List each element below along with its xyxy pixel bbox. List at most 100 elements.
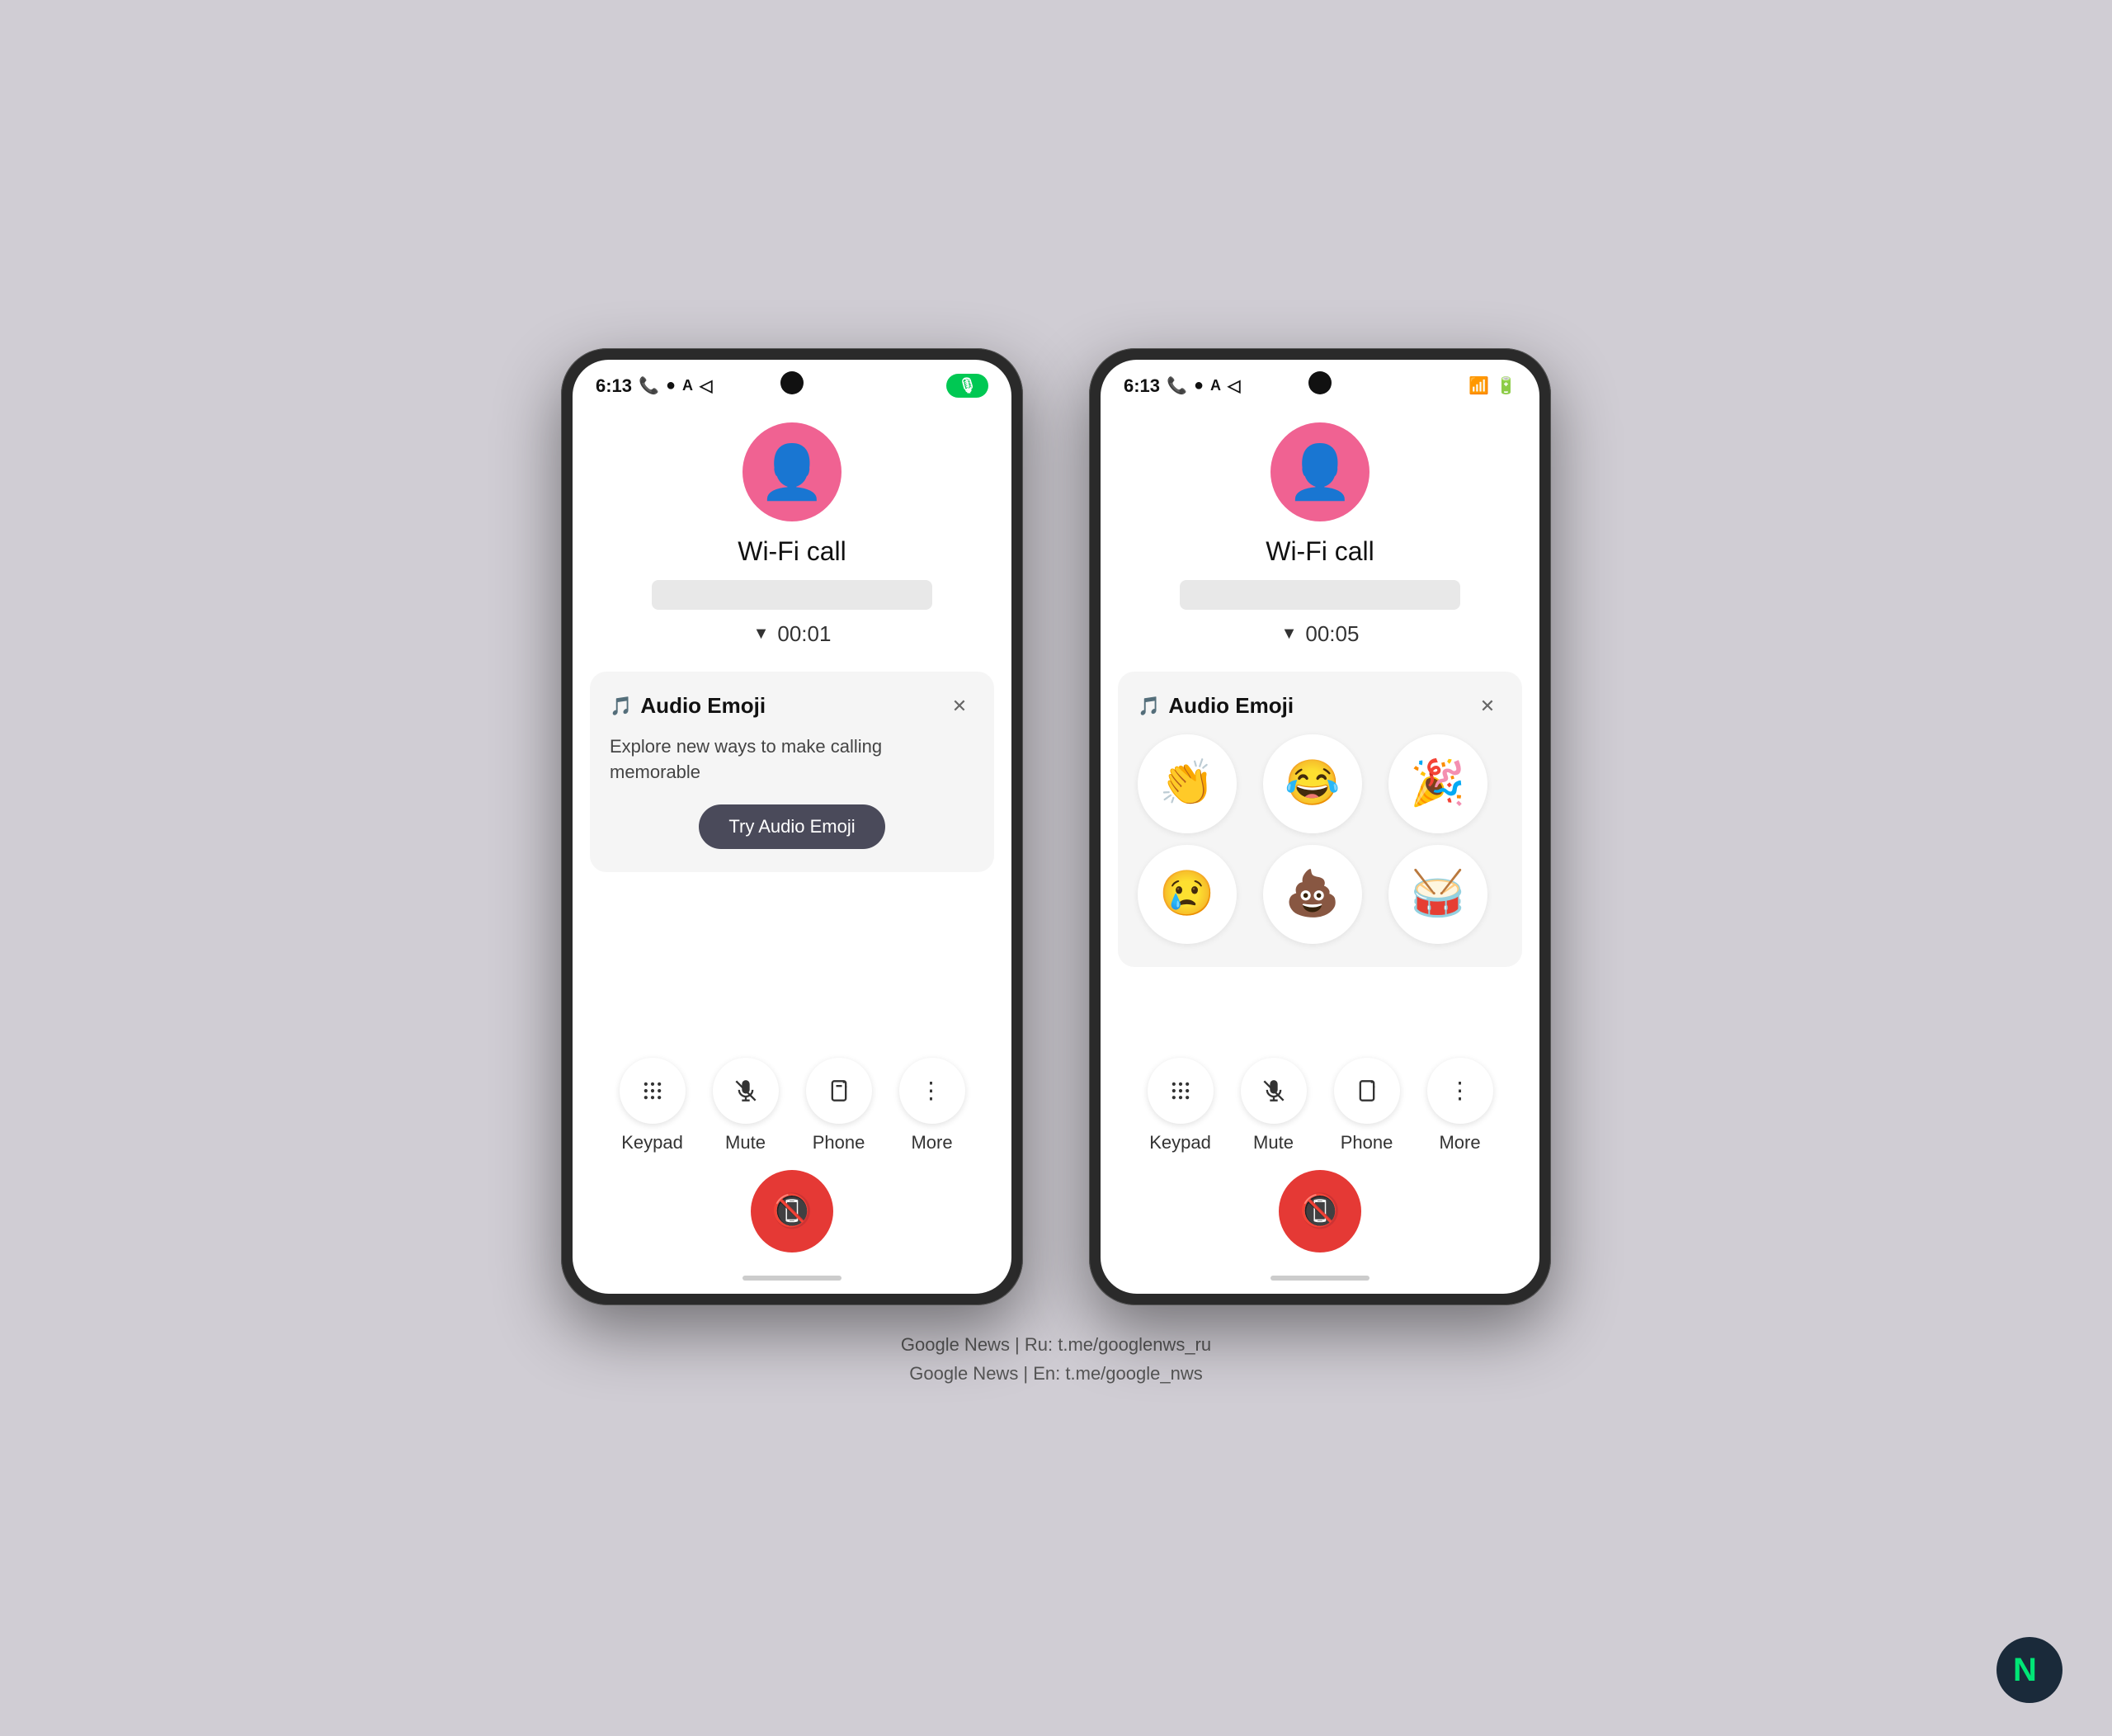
emoji-btn-party[interactable]: 🎉 bbox=[1388, 734, 1487, 833]
status-right-left: 🎙 bbox=[946, 374, 988, 398]
more-btn-right[interactable]: ⋮ bbox=[1427, 1058, 1493, 1124]
battery-right: 🔋 bbox=[1496, 375, 1516, 396]
end-call-row-left: 📵 bbox=[573, 1162, 1011, 1269]
phone-btn-left[interactable] bbox=[806, 1058, 872, 1124]
end-call-icon-right: 📵 bbox=[1299, 1191, 1341, 1230]
wifi-dot-right: ● bbox=[1194, 376, 1204, 395]
call-controls-left: Keypad Mute Phone bbox=[573, 1041, 1011, 1162]
mute-label-left: Mute bbox=[725, 1132, 766, 1153]
call-content-right: 👤 Wi-Fi call ▼ 00:05 🎵 Audio Emoji bbox=[1101, 406, 1539, 1041]
phone-icon-right: 📞 bbox=[1167, 375, 1187, 396]
time-right: 6:13 bbox=[1124, 375, 1160, 397]
status-bar-right: 6:13 📞 ● A ◁ 📶 🔋 bbox=[1101, 360, 1539, 406]
mute-control-left: Mute bbox=[713, 1058, 779, 1153]
avatar-person-icon-right: 👤 bbox=[1287, 446, 1353, 498]
panel-title-right: Audio Emoji bbox=[1168, 693, 1294, 719]
call-content-left: 👤 Wi-Fi call ▼ 00:01 🎵 Audio Emoji bbox=[573, 406, 1011, 1041]
camera-notch-left bbox=[780, 371, 804, 394]
a-text-left: A bbox=[682, 377, 693, 394]
status-bar-left: 6:13 📞 ● A ◁ 🎙 bbox=[573, 360, 1011, 406]
status-time-left: 6:13 📞 ● A ◁ bbox=[596, 375, 712, 397]
mic-icon: 🎙 bbox=[958, 377, 977, 394]
call-timer-right: ▼ 00:05 bbox=[1281, 621, 1360, 647]
caller-name-right: Wi-Fi call bbox=[1266, 536, 1374, 567]
phone-left: 6:13 📞 ● A ◁ 🎙 bbox=[561, 348, 1023, 1305]
logo-circle: N bbox=[1996, 1637, 2062, 1703]
wifi-dot-left: ● bbox=[666, 376, 676, 395]
phones-row: 6:13 📞 ● A ◁ 🎙 bbox=[561, 348, 1551, 1305]
home-indicator-right bbox=[1270, 1276, 1370, 1281]
emoji-grid-right: 👏 😂 🎉 😢 💩 🥁 bbox=[1138, 734, 1502, 944]
keypad-btn-left[interactable] bbox=[620, 1058, 686, 1124]
try-audio-emoji-btn[interactable]: Try Audio Emoji bbox=[699, 804, 884, 849]
music-icon-left: 🎵 bbox=[610, 696, 632, 717]
footer-text: Google News | Ru: t.me/googlenws_ru Goog… bbox=[901, 1330, 1211, 1388]
end-call-btn-right[interactable]: 📵 bbox=[1279, 1170, 1361, 1252]
more-dots-icon-left: ⋮ bbox=[920, 1077, 945, 1104]
mute-label-right: Mute bbox=[1253, 1132, 1294, 1153]
panel-title-row-right: 🎵 Audio Emoji bbox=[1138, 693, 1294, 719]
footer-line2: Google News | En: t.me/google_nws bbox=[901, 1359, 1211, 1388]
call-timer-left: ▼ 00:01 bbox=[753, 621, 832, 647]
phone-number-bar-left bbox=[652, 580, 932, 610]
more-label-right: More bbox=[1439, 1132, 1480, 1153]
emoji-btn-laugh[interactable]: 😂 bbox=[1263, 734, 1362, 833]
phone-control-left: Phone bbox=[806, 1058, 872, 1153]
footer-line1: Google News | Ru: t.me/googlenws_ru bbox=[901, 1330, 1211, 1359]
phone-control-right: Phone bbox=[1334, 1058, 1400, 1153]
avatar-left: 👤 bbox=[742, 422, 842, 521]
status-time-right: 6:13 📞 ● A ◁ bbox=[1124, 375, 1240, 397]
keypad-control-left: Keypad bbox=[620, 1058, 686, 1153]
keypad-label-right: Keypad bbox=[1149, 1132, 1211, 1153]
keypad-btn-right[interactable] bbox=[1148, 1058, 1214, 1124]
end-call-row-right: 📵 bbox=[1101, 1162, 1539, 1269]
more-dots-icon-right: ⋮ bbox=[1449, 1077, 1472, 1104]
timer-value-left: 00:01 bbox=[777, 621, 831, 647]
panel-close-right[interactable]: ✕ bbox=[1473, 691, 1502, 721]
call-controls-right: Keypad Mute Phone bbox=[1101, 1041, 1539, 1162]
phone-btn-right[interactable] bbox=[1334, 1058, 1400, 1124]
panel-header-right: 🎵 Audio Emoji ✕ bbox=[1138, 691, 1502, 721]
timer-value-right: 00:05 bbox=[1305, 621, 1359, 647]
phone-label-right: Phone bbox=[1341, 1132, 1393, 1153]
panel-close-left[interactable]: ✕ bbox=[945, 691, 974, 721]
audio-emoji-panel-right: 🎵 Audio Emoji ✕ 👏 😂 🎉 😢 💩 🥁 bbox=[1118, 672, 1522, 967]
avatar-person-icon-left: 👤 bbox=[759, 446, 825, 498]
keypad-label-left: Keypad bbox=[621, 1132, 683, 1153]
more-control-left: ⋮ More bbox=[899, 1058, 965, 1153]
more-btn-left[interactable]: ⋮ bbox=[899, 1058, 965, 1124]
brand-logo: N bbox=[1996, 1637, 2062, 1703]
phone-right-outer: 6:13 📞 ● A ◁ 📶 🔋 👤 bbox=[1089, 348, 1551, 1305]
home-indicator-left bbox=[742, 1276, 842, 1281]
time-left: 6:13 bbox=[596, 375, 632, 397]
emoji-btn-drum[interactable]: 🥁 bbox=[1388, 845, 1487, 944]
keypad-control-right: Keypad bbox=[1148, 1058, 1214, 1153]
music-icon-right: 🎵 bbox=[1138, 696, 1160, 717]
avatar-right: 👤 bbox=[1270, 422, 1370, 521]
panel-title-left: Audio Emoji bbox=[640, 693, 766, 719]
mic-indicator-active: 🎙 bbox=[946, 374, 988, 398]
phone-right: 6:13 📞 ● A ◁ 📶 🔋 👤 bbox=[1089, 348, 1551, 1305]
phone-icon-left: 📞 bbox=[639, 375, 659, 396]
panel-header-left: 🎵 Audio Emoji ✕ bbox=[610, 691, 974, 721]
mute-btn-left[interactable] bbox=[713, 1058, 779, 1124]
nav-left: ◁ bbox=[700, 375, 712, 396]
caller-name-left: Wi-Fi call bbox=[738, 536, 846, 567]
wifi-call-icon-right: ▼ bbox=[1281, 625, 1298, 644]
wifi-call-icon-left: ▼ bbox=[753, 625, 770, 644]
status-right-right: 📶 🔋 bbox=[1468, 375, 1516, 396]
phone-left-outer: 6:13 📞 ● A ◁ 🎙 bbox=[561, 348, 1023, 1305]
end-call-icon-left: 📵 bbox=[771, 1191, 813, 1230]
emoji-btn-cry[interactable]: 😢 bbox=[1138, 845, 1237, 944]
phone-number-bar-right bbox=[1180, 580, 1460, 610]
mute-btn-right[interactable] bbox=[1241, 1058, 1307, 1124]
phone-left-screen: 6:13 📞 ● A ◁ 🎙 bbox=[573, 360, 1011, 1294]
end-call-btn-left[interactable]: 📵 bbox=[751, 1170, 833, 1252]
emoji-btn-poop[interactable]: 💩 bbox=[1263, 845, 1362, 944]
audio-emoji-panel-left: 🎵 Audio Emoji ✕ Explore new ways to make… bbox=[590, 672, 994, 873]
phone-label-left: Phone bbox=[813, 1132, 865, 1153]
camera-notch-right bbox=[1308, 371, 1332, 394]
more-label-left: More bbox=[911, 1132, 952, 1153]
more-control-right: ⋮ More bbox=[1427, 1058, 1493, 1153]
emoji-btn-clap[interactable]: 👏 bbox=[1138, 734, 1237, 833]
